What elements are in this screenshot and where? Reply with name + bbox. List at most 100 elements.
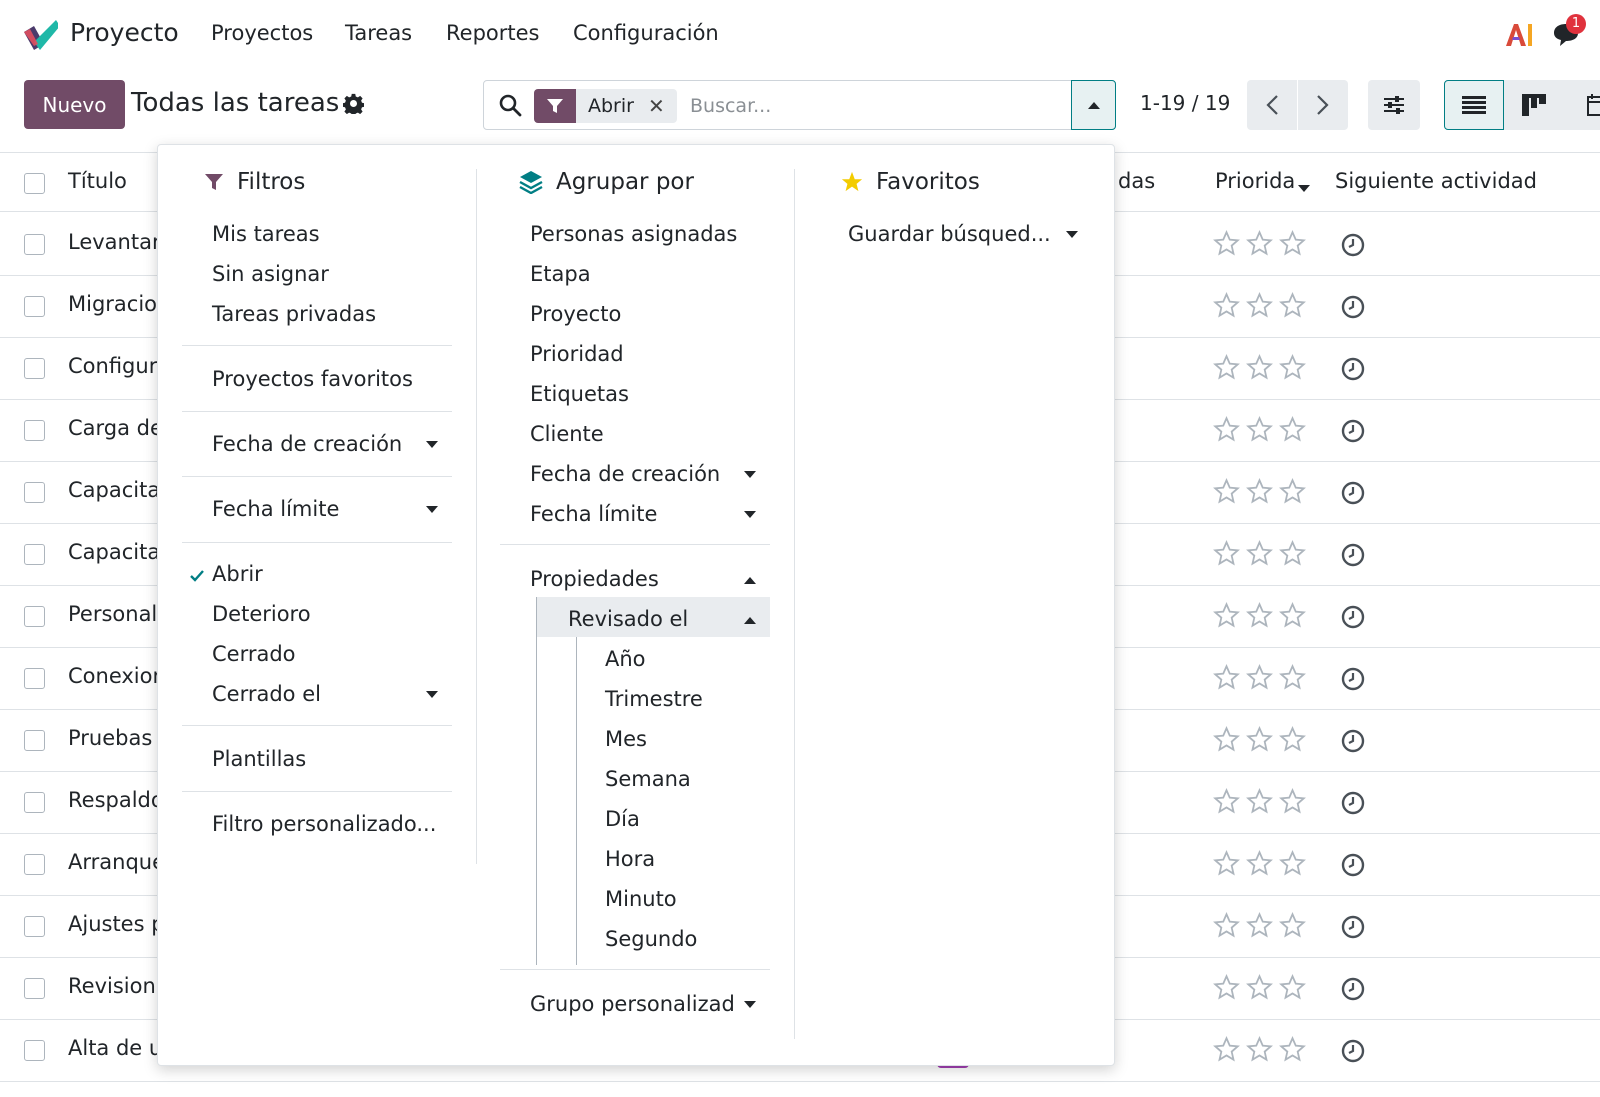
row-checkbox[interactable]	[24, 544, 45, 565]
caret-up-icon[interactable]	[744, 616, 756, 624]
row-title[interactable]: Carga de	[68, 416, 163, 440]
star-outline-icon[interactable]	[1246, 354, 1273, 381]
filter-personalizado[interactable]: Filtro personalizado...	[212, 812, 436, 836]
filter-deterioro[interactable]: Deterioro	[212, 602, 311, 626]
column-priority[interactable]: Priorida	[1215, 169, 1295, 193]
star-outline-icon[interactable]	[1279, 912, 1306, 939]
group-etapa[interactable]: Etapa	[530, 262, 591, 286]
filter-abrir[interactable]: Abrir	[212, 562, 263, 586]
search-icon[interactable]	[498, 93, 522, 117]
priority-stars[interactable]	[1213, 788, 1306, 815]
star-outline-icon[interactable]	[1213, 354, 1240, 381]
priority-stars[interactable]	[1213, 230, 1306, 257]
star-outline-icon[interactable]	[1279, 292, 1306, 319]
star-outline-icon[interactable]	[1246, 230, 1273, 257]
clock-icon[interactable]	[1341, 543, 1365, 567]
clock-icon[interactable]	[1341, 977, 1365, 1001]
row-title[interactable]: Respaldo	[68, 788, 164, 812]
clock-icon[interactable]	[1341, 915, 1365, 939]
star-outline-icon[interactable]	[1279, 602, 1306, 629]
star-outline-icon[interactable]	[1279, 230, 1306, 257]
clock-icon[interactable]	[1341, 667, 1365, 691]
clock-icon[interactable]	[1341, 233, 1365, 257]
filter-sin-asignar[interactable]: Sin asignar	[212, 262, 329, 286]
menu-configuracion[interactable]: Configuración	[573, 21, 719, 45]
ai-icon[interactable]	[1504, 22, 1534, 48]
row-title[interactable]: Personal	[68, 602, 157, 626]
group-personalizado[interactable]: Grupo personalizad	[530, 992, 740, 1016]
row-title[interactable]: Capacita	[68, 540, 160, 564]
star-outline-icon[interactable]	[1246, 1036, 1273, 1063]
interval-segundo[interactable]: Segundo	[605, 927, 697, 951]
star-outline-icon[interactable]	[1279, 788, 1306, 815]
clock-icon[interactable]	[1341, 1039, 1365, 1063]
priority-stars[interactable]	[1213, 664, 1306, 691]
star-outline-icon[interactable]	[1246, 788, 1273, 815]
star-outline-icon[interactable]	[1213, 230, 1240, 257]
column-title[interactable]: Título	[68, 169, 127, 193]
calendar-view-button[interactable]	[1564, 80, 1600, 130]
priority-stars[interactable]	[1213, 540, 1306, 567]
priority-stars[interactable]	[1213, 1036, 1306, 1063]
star-outline-icon[interactable]	[1213, 664, 1240, 691]
row-checkbox[interactable]	[24, 1040, 45, 1061]
star-outline-icon[interactable]	[1279, 354, 1306, 381]
priority-stars[interactable]	[1213, 850, 1306, 877]
filter-plantillas[interactable]: Plantillas	[212, 747, 306, 771]
clock-icon[interactable]	[1341, 419, 1365, 443]
group-propiedades[interactable]: Propiedades	[530, 567, 659, 591]
star-outline-icon[interactable]	[1279, 1036, 1306, 1063]
priority-stars[interactable]	[1213, 974, 1306, 1001]
group-fecha-creacion[interactable]: Fecha de creación	[530, 462, 720, 486]
star-outline-icon[interactable]	[1246, 478, 1273, 505]
filter-proyectos-favoritos[interactable]: Proyectos favoritos	[212, 367, 413, 391]
star-outline-icon[interactable]	[1279, 726, 1306, 753]
clock-icon[interactable]	[1341, 481, 1365, 505]
row-title[interactable]: Migracio	[68, 292, 157, 316]
row-checkbox[interactable]	[24, 606, 45, 627]
optional-columns-button[interactable]	[1368, 80, 1420, 130]
interval-mes[interactable]: Mes	[605, 727, 647, 751]
group-proyecto[interactable]: Proyecto	[530, 302, 621, 326]
star-outline-icon[interactable]	[1213, 416, 1240, 443]
star-outline-icon[interactable]	[1279, 850, 1306, 877]
row-title[interactable]: Revision	[68, 974, 156, 998]
filter-mis-tareas[interactable]: Mis tareas	[212, 222, 320, 246]
priority-stars[interactable]	[1213, 292, 1306, 319]
star-outline-icon[interactable]	[1279, 540, 1306, 567]
row-checkbox[interactable]	[24, 730, 45, 751]
star-outline-icon[interactable]	[1279, 664, 1306, 691]
priority-stars[interactable]	[1213, 726, 1306, 753]
row-checkbox[interactable]	[24, 420, 45, 441]
caret-down-icon[interactable]	[744, 511, 756, 519]
list-view-button[interactable]	[1444, 80, 1504, 130]
caret-up-icon[interactable]	[744, 576, 756, 584]
kanban-view-button[interactable]	[1504, 80, 1564, 130]
group-prioridad[interactable]: Prioridad	[530, 342, 624, 366]
new-button[interactable]: Nuevo	[24, 80, 125, 129]
row-checkbox[interactable]	[24, 916, 45, 937]
star-outline-icon[interactable]	[1246, 540, 1273, 567]
clock-icon[interactable]	[1341, 357, 1365, 381]
clock-icon[interactable]	[1341, 791, 1365, 815]
caret-down-icon[interactable]	[426, 506, 438, 514]
row-title[interactable]: Levantar	[68, 230, 161, 254]
menu-proyectos[interactable]: Proyectos	[211, 21, 313, 45]
row-checkbox[interactable]	[24, 792, 45, 813]
caret-down-icon[interactable]	[744, 471, 756, 479]
star-outline-icon[interactable]	[1213, 602, 1240, 629]
row-checkbox[interactable]	[24, 296, 45, 317]
gear-icon[interactable]	[343, 93, 364, 114]
menu-reportes[interactable]: Reportes	[446, 21, 539, 45]
app-name[interactable]: Proyecto	[70, 18, 179, 47]
star-outline-icon[interactable]	[1246, 726, 1273, 753]
row-title[interactable]: Ajustes p	[68, 912, 165, 936]
column-partial[interactable]: das	[1118, 169, 1155, 193]
priority-stars[interactable]	[1213, 478, 1306, 505]
row-title[interactable]: Capacita	[68, 478, 160, 502]
star-outline-icon[interactable]	[1213, 850, 1240, 877]
app-logo-icon[interactable]	[22, 18, 58, 50]
star-outline-icon[interactable]	[1213, 478, 1240, 505]
select-all-checkbox[interactable]	[24, 173, 45, 194]
star-outline-icon[interactable]	[1213, 292, 1240, 319]
